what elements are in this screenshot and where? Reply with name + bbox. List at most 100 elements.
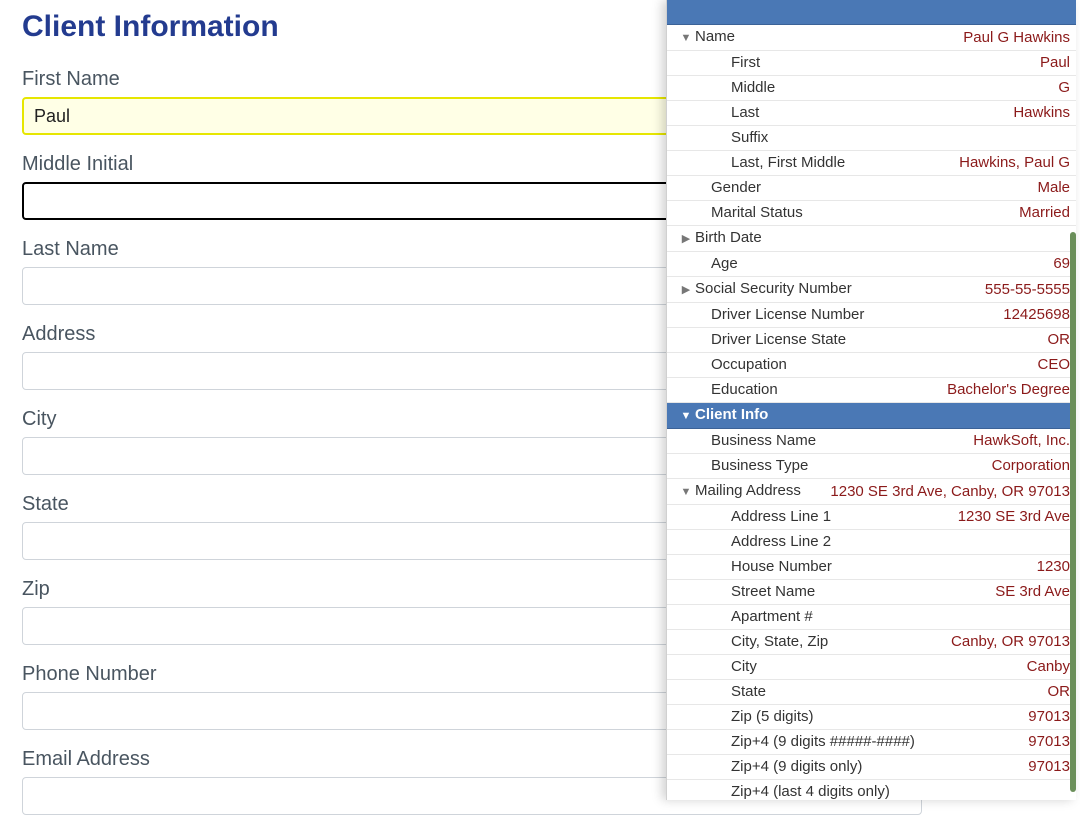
scrollbar[interactable] [1068,0,1076,800]
panel-row-label: Marital Status [673,203,1013,223]
info-panel-scroll[interactable]: Name Paul G Hawkins First Paul MiddleG Last Ha… [667,0,1076,800]
panel-row[interactable]: State OR [667,680,1076,705]
panel-row-label: Business Name [673,431,967,451]
panel-row-value: Hawkins, Paul G [953,153,1070,173]
panel-row-value: 555-55-5555 [979,280,1070,300]
panel-row-label: Education [673,380,941,400]
panel-row-value: Male [1031,178,1070,198]
panel-label-text: Age [711,255,738,272]
panel-row-label: Middle [673,78,1052,98]
panel-row-label: Apartment # [673,607,1064,627]
panel-row[interactable]: Zip+4 (9 digits only)97013 [667,755,1076,780]
panel-row-value: HawkSoft, Inc. [967,431,1070,451]
panel-row-label: Zip (5 digits) [673,707,1022,727]
panel-row[interactable]: Client Info [667,403,1076,429]
panel-row[interactable]: Name Paul G Hawkins [667,25,1076,51]
panel-row-value: OR [1042,682,1071,702]
panel-label-text: City, State, Zip [731,633,828,650]
panel-row[interactable]: First Paul [667,51,1076,76]
panel-row-value: Hawkins [1007,103,1070,123]
panel-label-text: Business Type [711,457,808,474]
panel-row[interactable]: Business TypeCorporation [667,454,1076,479]
panel-row-value: 12425698 [997,305,1070,325]
panel-row[interactable]: City Canby [667,655,1076,680]
panel-row-value: CEO [1031,355,1070,375]
panel-label-text: Last [731,104,759,121]
panel-row-label: Name [673,27,957,48]
panel-row-value: SE 3rd Ave [989,582,1070,602]
panel-row[interactable]: Zip (5 digits)97013 [667,705,1076,730]
panel-label-text: Middle [731,79,775,96]
panel-label-text: State [731,683,766,700]
panel-row-value: 1230 [1031,557,1070,577]
panel-label-text: Apartment # [731,608,813,625]
panel-row-label: Business Type [673,456,986,476]
panel-row[interactable]: Mailing Address1230 SE 3rd Ave, Canby, O… [667,479,1076,505]
chevron-down-icon[interactable] [679,482,693,502]
panel-row[interactable]: Zip+4 (9 digits #####-####) 97013 [667,730,1076,755]
panel-row[interactable]: Age 69 [667,252,1076,277]
panel-row[interactable]: House Number 1230 [667,555,1076,580]
panel-label-text: Zip+4 (last 4 digits only) [731,783,890,800]
panel-label-text: Gender [711,179,761,196]
panel-row[interactable]: Marital Status Married [667,201,1076,226]
panel-row-label: Driver License State [673,330,1042,350]
panel-label-text: City [731,658,757,675]
chevron-right-icon[interactable] [679,229,693,249]
panel-label-text: Education [711,381,778,398]
panel-row[interactable]: Business NameHawkSoft, Inc. [667,429,1076,454]
panel-row[interactable]: Zip+4 (last 4 digits only) [667,780,1076,800]
panel-row-label: House Number [673,557,1031,577]
panel-label-text: Birth Date [695,229,762,246]
panel-label-text: Suffix [731,129,768,146]
panel-row[interactable] [667,0,1076,25]
panel-row-value: Canby [1021,657,1070,677]
panel-row[interactable]: Address Line 11230 SE 3rd Ave [667,505,1076,530]
panel-label-text: Social Security Number [695,280,852,297]
panel-label-text: Driver License State [711,331,846,348]
panel-row[interactable]: OccupationCEO [667,353,1076,378]
info-panel: Name Paul G Hawkins First Paul MiddleG Last Ha… [666,0,1076,800]
panel-row[interactable]: City, State, Zip Canby, OR 97013 [667,630,1076,655]
panel-row-label: Social Security Number [673,279,979,300]
panel-row[interactable]: Last, First MiddleHawkins, Paul G [667,151,1076,176]
panel-row-value: Canby, OR 97013 [945,632,1070,652]
panel-row[interactable]: Birth Date [667,226,1076,252]
chevron-down-icon[interactable] [679,406,693,426]
panel-row-value: Paul G Hawkins [957,28,1070,48]
panel-row-value: 69 [1047,254,1070,274]
panel-label-text: Zip+4 (9 digits #####-####) [731,733,915,750]
panel-label-text: Address Line 2 [731,533,831,550]
panel-row[interactable]: Address Line 2 [667,530,1076,555]
panel-row[interactable]: Social Security Number 555-55-5555 [667,277,1076,303]
panel-row[interactable]: Driver License Number 12425698 [667,303,1076,328]
panel-row-value: OR [1042,330,1071,350]
panel-row-value: Married [1013,203,1070,223]
panel-label-text: First [731,54,760,71]
panel-label-text: House Number [731,558,832,575]
panel-row-label: Zip+4 (9 digits #####-####) [673,732,1022,752]
scrollbar-thumb[interactable] [1070,232,1076,792]
panel-label-text: Name [695,28,735,45]
panel-row[interactable]: Suffix [667,126,1076,151]
panel-row[interactable]: Apartment # [667,605,1076,630]
panel-row[interactable]: Last Hawkins [667,101,1076,126]
panel-row-label: Address Line 2 [673,532,1064,552]
panel-row-label: Zip+4 (9 digits only) [673,757,1022,777]
panel-row-value: 97013 [1022,732,1070,752]
panel-row-label: Suffix [673,128,1064,148]
panel-row[interactable]: MiddleG [667,76,1076,101]
panel-row[interactable]: Gender Male [667,176,1076,201]
panel-row-label: Last [673,103,1007,123]
panel-label-text: Driver License Number [711,306,864,323]
panel-row[interactable]: Street NameSE 3rd Ave [667,580,1076,605]
panel-row[interactable]: Driver License State OR [667,328,1076,353]
panel-label-text: Marital Status [711,204,803,221]
panel-row-value: Paul [1034,53,1070,73]
chevron-down-icon[interactable] [679,28,693,48]
chevron-right-icon[interactable] [679,280,693,300]
panel-row[interactable]: EducationBachelor's Degree [667,378,1076,403]
panel-row-value: 97013 [1022,757,1070,777]
panel-row-label: Mailing Address [673,481,824,502]
panel-row-label: Address Line 1 [673,507,952,527]
